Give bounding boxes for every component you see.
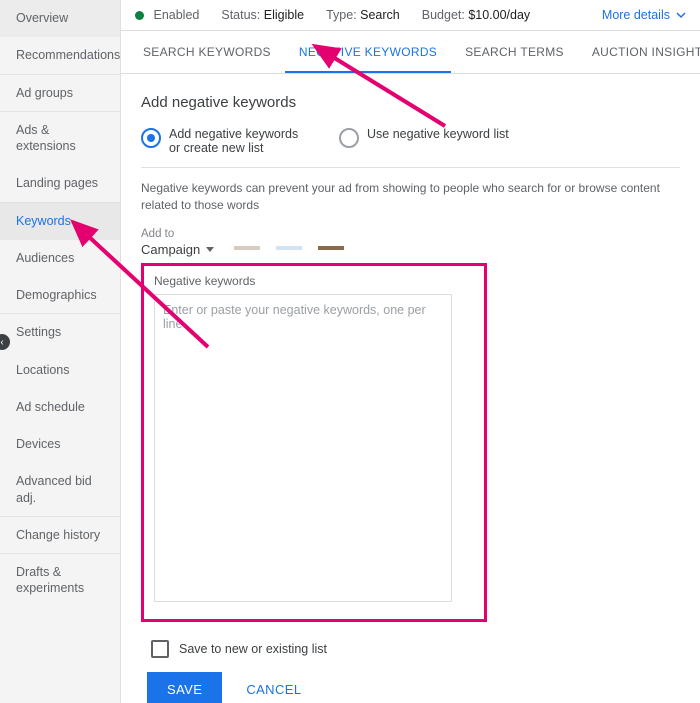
type-field: Type: Search — [326, 8, 400, 22]
radio-icon — [141, 128, 161, 148]
budget-field: Budget: $10.00/day — [422, 8, 530, 22]
chevron-down-icon — [676, 10, 686, 20]
sidebar-item-keywords[interactable]: Keywords — [0, 203, 120, 240]
sidebar-item-locations[interactable]: Locations — [0, 352, 120, 389]
sidebar-item-settings[interactable]: Settings — [0, 314, 120, 351]
keyword-tabs: SEARCH KEYWORDS NEGATIVE KEYWORDS SEARCH… — [121, 31, 700, 74]
radio-label: Use negative keyword list — [367, 127, 509, 141]
sidebar: Overview Recommendations Ad groups Ads &… — [0, 0, 121, 703]
enabled-dot-icon — [135, 11, 144, 20]
sidebar-item-change-history[interactable]: Change history — [0, 517, 120, 554]
sidebar-item-ad-schedule[interactable]: Ad schedule — [0, 389, 120, 426]
page-title: Add negative keywords — [141, 94, 680, 111]
cancel-button[interactable]: CANCEL — [240, 681, 307, 698]
sidebar-item-drafts-experiments[interactable]: Drafts & experiments — [0, 554, 120, 608]
campaign-topbar: Enabled Status: Eligible Type: Search Bu… — [121, 0, 700, 31]
card-label: Negative keywords — [154, 274, 474, 288]
swatch-icon — [318, 246, 344, 250]
sidebar-item-recommendations[interactable]: Recommendations — [0, 37, 120, 74]
action-row: SAVE CANCEL — [141, 672, 680, 703]
negative-keywords-input[interactable] — [154, 294, 452, 602]
tab-negative-keywords[interactable]: NEGATIVE KEYWORDS — [285, 31, 451, 73]
tab-auction-insights[interactable]: AUCTION INSIGHTS — [578, 31, 700, 73]
sidebar-item-ad-groups[interactable]: Ad groups — [0, 75, 120, 112]
tab-search-keywords[interactable]: SEARCH KEYWORDS — [129, 31, 285, 73]
status-field: Status: Eligible — [221, 8, 304, 22]
sidebar-item-landing-pages[interactable]: Landing pages — [0, 165, 120, 202]
main-panel: Enabled Status: Eligible Type: Search Bu… — [121, 0, 700, 703]
radio-icon — [339, 128, 359, 148]
negative-keywords-card: Negative keywords — [141, 263, 487, 622]
save-button[interactable]: SAVE — [147, 672, 222, 703]
sidebar-item-advanced-bid-adj[interactable]: Advanced bid adj. — [0, 463, 120, 517]
save-to-list-checkbox[interactable] — [151, 640, 169, 658]
sidebar-item-overview[interactable]: Overview — [0, 0, 120, 37]
add-to-label: Add to — [141, 228, 680, 240]
swatch-icon — [234, 246, 260, 250]
theme-swatches — [234, 246, 344, 250]
radio-add-keywords[interactable]: Add negative keywords or create new list — [141, 127, 311, 155]
caret-down-icon — [206, 247, 214, 252]
app-root: ‹ Overview Recommendations Ad groups Ads… — [0, 0, 700, 703]
add-to-row: Add to Campaign — [141, 228, 680, 257]
keyword-source-radio-group: Add negative keywords or create new list… — [141, 127, 680, 168]
sidebar-item-devices[interactable]: Devices — [0, 426, 120, 463]
swatch-icon — [276, 246, 302, 250]
sidebar-item-audiences[interactable]: Audiences — [0, 240, 120, 277]
content-area: Add negative keywords Add negative keywo… — [121, 74, 700, 703]
sidebar-item-demographics[interactable]: Demographics — [0, 277, 120, 314]
save-to-list-row: Save to new or existing list — [151, 640, 680, 658]
help-text: Negative keywords can prevent your ad fr… — [141, 180, 680, 214]
save-to-list-label: Save to new or existing list — [179, 642, 327, 656]
sidebar-item-ads-extensions[interactable]: Ads & extensions — [0, 112, 120, 166]
status-enabled[interactable]: Enabled — [135, 8, 199, 22]
radio-label: Add negative keywords or create new list — [169, 127, 311, 155]
radio-use-list[interactable]: Use negative keyword list — [339, 127, 509, 148]
add-to-dropdown[interactable]: Campaign — [141, 242, 214, 257]
tab-search-terms[interactable]: SEARCH TERMS — [451, 31, 578, 73]
more-details-link[interactable]: More details — [602, 8, 686, 22]
enabled-label: Enabled — [153, 8, 199, 22]
